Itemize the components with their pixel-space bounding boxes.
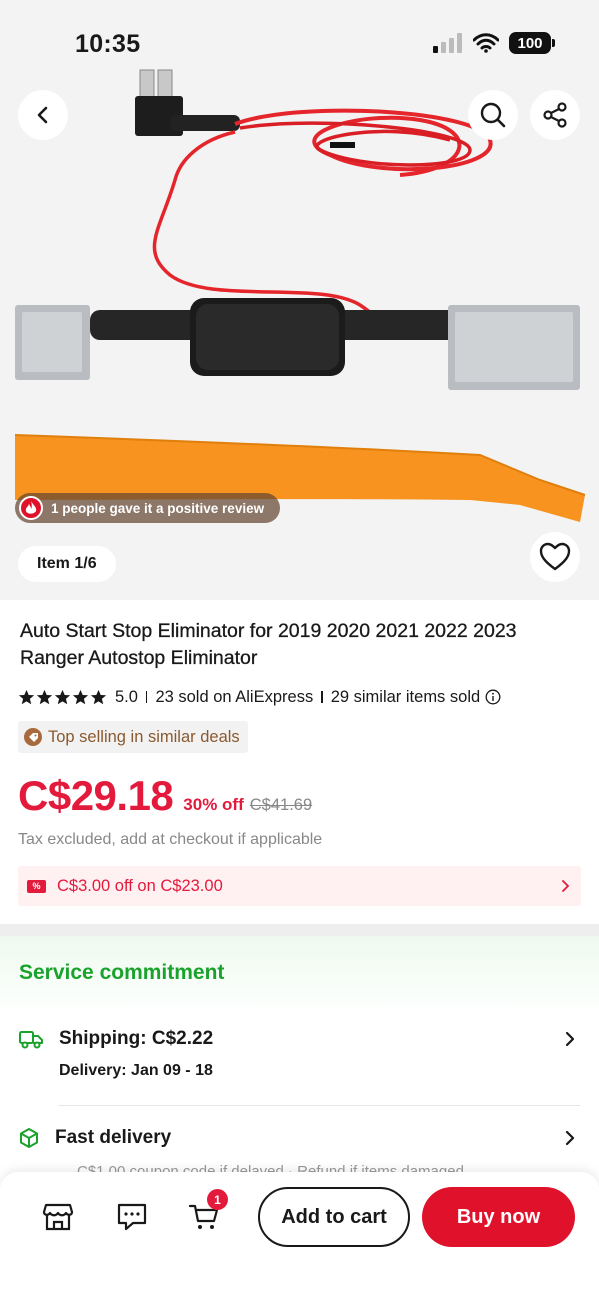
- rating-value: 5.0: [115, 687, 138, 706]
- info-icon[interactable]: [485, 689, 501, 705]
- separator: [321, 691, 323, 703]
- star-icon: [72, 689, 89, 704]
- positive-review-text: 1 people gave it a positive review: [51, 500, 265, 516]
- cart-count-badge: 1: [207, 1189, 228, 1210]
- separator: [145, 691, 148, 703]
- coupon-text: C$3.00 off on C$23.00: [57, 876, 223, 895]
- share-icon: [543, 102, 567, 128]
- chevron-right-icon: [565, 1031, 575, 1047]
- service-commitment-title: Service commitment: [19, 961, 225, 984]
- heart-icon: [539, 542, 571, 571]
- status-indicators: 100: [433, 32, 555, 54]
- delivery-date: Delivery: Jan 09 - 18: [59, 1062, 213, 1079]
- row-divider: [58, 1105, 580, 1106]
- tag-icon: [24, 728, 42, 746]
- store-button[interactable]: [38, 1197, 78, 1237]
- shipping-cost: Shipping: C$2.22: [59, 1028, 214, 1049]
- star-icon: [18, 689, 35, 704]
- status-time: 10:35: [75, 30, 141, 58]
- price-row: C$29.18 30% off C$41.69: [18, 772, 312, 822]
- message-icon: [117, 1203, 147, 1231]
- original-price: C$41.69: [249, 796, 313, 814]
- signal-icon: [433, 33, 462, 53]
- message-button[interactable]: [112, 1197, 152, 1237]
- buy-now-button[interactable]: Buy now: [422, 1187, 575, 1247]
- similar-sold-count: 29 similar items sold: [330, 687, 481, 706]
- wifi-icon: [473, 33, 499, 53]
- fast-delivery-row[interactable]: Fast delivery: [18, 1125, 581, 1155]
- rating-row[interactable]: 5.0 23 sold on AliExpress 29 similar ite…: [18, 686, 501, 708]
- back-button[interactable]: [18, 90, 68, 140]
- section-divider: [0, 924, 599, 936]
- discount-percent: 30% off: [183, 795, 244, 814]
- chevron-right-icon: [565, 1130, 575, 1146]
- star-rating: [18, 689, 107, 706]
- top-selling-badge[interactable]: Top selling in similar deals: [18, 721, 248, 753]
- coupon-banner[interactable]: % C$3.00 off on C$23.00: [18, 866, 581, 906]
- status-bar: 10:35 100: [0, 0, 599, 90]
- bottom-action-bar: 1 Add to cart Buy now: [0, 1172, 599, 1300]
- chevron-right-icon: [562, 880, 570, 892]
- battery-level: 100: [517, 34, 543, 52]
- product-title: Auto Start Stop Eliminator for 2019 2020…: [20, 620, 517, 669]
- image-index-indicator: Item 1/6: [18, 546, 116, 582]
- positive-review-badge: 1 people gave it a positive review: [15, 493, 281, 523]
- add-to-cart-button[interactable]: Add to cart: [258, 1187, 410, 1247]
- current-price: C$29.18: [18, 772, 174, 819]
- truck-icon: [19, 1031, 43, 1049]
- store-icon: [42, 1203, 74, 1231]
- battery-icon: 100: [509, 32, 555, 54]
- tax-note: Tax excluded, add at checkout if applica…: [18, 831, 323, 848]
- star-icon: [36, 689, 53, 704]
- search-button[interactable]: [468, 90, 518, 140]
- search-icon: [480, 102, 506, 128]
- share-button[interactable]: [530, 90, 580, 140]
- box-icon: [20, 1128, 38, 1148]
- wishlist-button[interactable]: [530, 532, 580, 582]
- top-selling-text: Top selling in similar deals: [48, 727, 240, 746]
- coupon-tag-icon: %: [27, 879, 46, 893]
- back-arrow-icon: [37, 106, 48, 124]
- star-icon: [90, 689, 107, 704]
- sold-count: 23 sold on AliExpress: [155, 687, 314, 706]
- fast-delivery-title: Fast delivery: [55, 1127, 172, 1148]
- star-icon: [54, 689, 71, 704]
- flame-icon: [19, 496, 43, 520]
- shipping-row[interactable]: Shipping: C$2.22 Delivery: Jan 09 - 18: [18, 1026, 581, 1086]
